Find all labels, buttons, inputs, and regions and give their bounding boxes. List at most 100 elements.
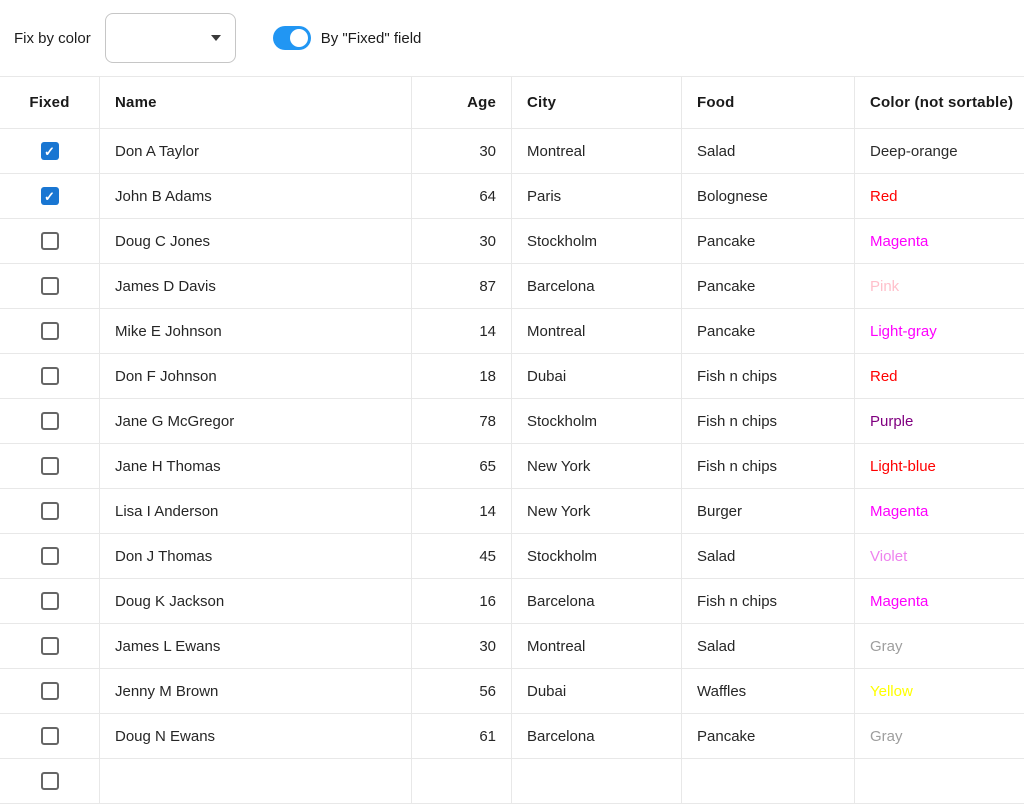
row-fixed-checkbox[interactable] [41, 412, 59, 430]
row-fixed-checkbox[interactable] [41, 547, 59, 565]
table-row: Doug N Ewans61BarcelonaPancakeGray [0, 714, 1024, 759]
table-row: Don J Thomas45StockholmSaladViolet [0, 534, 1024, 579]
cell-color: Light-gray [855, 309, 1024, 353]
row-fixed-checkbox[interactable] [41, 637, 59, 655]
column-header-color: Color (not sortable) [855, 77, 1024, 128]
table-row: Jane G McGregor78StockholmFish n chipsPu… [0, 399, 1024, 444]
toolbar: Fix by color By "Fixed" field [0, 0, 1024, 76]
row-fixed-checkbox[interactable] [41, 592, 59, 610]
data-table: FixedNameAgeCityFoodColor (not sortable)… [0, 76, 1024, 804]
cell-fixed [0, 759, 100, 803]
cell-food: Salad [682, 624, 855, 668]
column-header-name[interactable]: Name [100, 77, 412, 128]
cell-city: Barcelona [512, 264, 682, 308]
table-row: Jenny M Brown56DubaiWafflesYellow [0, 669, 1024, 714]
cell-city: Barcelona [512, 579, 682, 623]
cell-name: Jane H Thomas [100, 444, 412, 488]
cell-name: Lisa I Anderson [100, 489, 412, 533]
cell-name: John B Adams [100, 174, 412, 218]
cell-age: 78 [412, 399, 512, 443]
cell-name: Doug K Jackson [100, 579, 412, 623]
cell-color: Magenta [855, 489, 1024, 533]
cell-fixed [0, 219, 100, 263]
cell-name: Mike E Johnson [100, 309, 412, 353]
row-fixed-checkbox[interactable] [41, 322, 59, 340]
row-fixed-checkbox[interactable] [41, 277, 59, 295]
cell-age: 14 [412, 489, 512, 533]
table-body: ✓Don A Taylor30MontrealSaladDeep-orange✓… [0, 129, 1024, 804]
cell-fixed [0, 669, 100, 713]
column-header-fixed[interactable]: Fixed [0, 77, 100, 128]
cell-color: Yellow [855, 669, 1024, 713]
cell-age: 87 [412, 264, 512, 308]
cell-food: Bolognese [682, 174, 855, 218]
row-fixed-checkbox-checked[interactable]: ✓ [41, 142, 59, 160]
cell-name: Doug N Ewans [100, 714, 412, 758]
row-fixed-checkbox[interactable] [41, 367, 59, 385]
cell-color: Purple [855, 399, 1024, 443]
chevron-down-icon [211, 35, 221, 41]
cell-city: Barcelona [512, 714, 682, 758]
cell-age: 14 [412, 309, 512, 353]
cell-age [412, 759, 512, 803]
table-row: Don F Johnson18DubaiFish n chipsRed [0, 354, 1024, 399]
row-fixed-checkbox-checked[interactable]: ✓ [41, 187, 59, 205]
cell-name: Don F Johnson [100, 354, 412, 398]
cell-city: Stockholm [512, 534, 682, 578]
cell-fixed [0, 354, 100, 398]
cell-fixed [0, 264, 100, 308]
cell-city: New York [512, 444, 682, 488]
row-fixed-checkbox[interactable] [41, 457, 59, 475]
row-fixed-checkbox[interactable] [41, 232, 59, 250]
cell-food: Pancake [682, 309, 855, 353]
cell-color: Violet [855, 534, 1024, 578]
cell-food: Salad [682, 534, 855, 578]
cell-food: Salad [682, 129, 855, 173]
cell-name: Doug C Jones [100, 219, 412, 263]
cell-food: Fish n chips [682, 354, 855, 398]
table-row: Mike E Johnson14MontrealPancakeLight-gra… [0, 309, 1024, 354]
cell-age: 65 [412, 444, 512, 488]
cell-color: Pink [855, 264, 1024, 308]
cell-fixed: ✓ [0, 174, 100, 218]
cell-food: Waffles [682, 669, 855, 713]
cell-name: Don A Taylor [100, 129, 412, 173]
cell-color [855, 759, 1024, 803]
cell-color: Light-blue [855, 444, 1024, 488]
cell-fixed [0, 624, 100, 668]
cell-age: 56 [412, 669, 512, 713]
cell-city: Montreal [512, 309, 682, 353]
table-row: ✓John B Adams64ParisBologneseRed [0, 174, 1024, 219]
by-fixed-field-toggle[interactable] [273, 26, 311, 50]
row-fixed-checkbox[interactable] [41, 772, 59, 790]
row-fixed-checkbox[interactable] [41, 502, 59, 520]
cell-color: Red [855, 354, 1024, 398]
row-fixed-checkbox[interactable] [41, 727, 59, 745]
cell-color: Magenta [855, 579, 1024, 623]
table-row [0, 759, 1024, 804]
column-header-age[interactable]: Age [412, 77, 512, 128]
cell-name: James L Ewans [100, 624, 412, 668]
fix-by-color-label: Fix by color [14, 30, 91, 47]
cell-food: Pancake [682, 264, 855, 308]
table-header-row: FixedNameAgeCityFoodColor (not sortable) [0, 77, 1024, 129]
color-filter-dropdown[interactable] [105, 13, 236, 63]
column-header-food[interactable]: Food [682, 77, 855, 128]
cell-age: 64 [412, 174, 512, 218]
row-fixed-checkbox[interactable] [41, 682, 59, 700]
cell-food: Burger [682, 489, 855, 533]
cell-city: Paris [512, 174, 682, 218]
table-row: Doug K Jackson16BarcelonaFish n chipsMag… [0, 579, 1024, 624]
column-header-city[interactable]: City [512, 77, 682, 128]
cell-name: Don J Thomas [100, 534, 412, 578]
cell-city: New York [512, 489, 682, 533]
cell-fixed: ✓ [0, 129, 100, 173]
cell-city [512, 759, 682, 803]
cell-food: Fish n chips [682, 444, 855, 488]
cell-food: Pancake [682, 714, 855, 758]
cell-age: 18 [412, 354, 512, 398]
table-row: James L Ewans30MontrealSaladGray [0, 624, 1024, 669]
cell-fixed [0, 489, 100, 533]
cell-age: 30 [412, 129, 512, 173]
cell-fixed [0, 399, 100, 443]
